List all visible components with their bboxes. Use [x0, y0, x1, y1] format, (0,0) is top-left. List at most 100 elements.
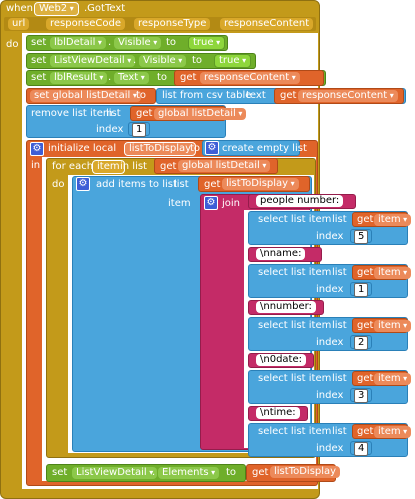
param-url-label: url	[12, 18, 26, 29]
list-keyword: list	[106, 108, 121, 119]
dot: .	[108, 72, 112, 83]
select-list-item-label: select list item	[258, 267, 332, 278]
select-list-item-label: select list item	[258, 320, 332, 331]
get-keyword: get	[136, 108, 153, 119]
boolean-true-block[interactable]: true	[214, 54, 252, 68]
set-keyword: set	[31, 37, 47, 48]
prop-dropdown-visible[interactable]: Visible	[114, 37, 162, 49]
var-dropdown-responsecontent[interactable]: responseContent	[298, 90, 398, 102]
number-field[interactable]: 5	[354, 230, 369, 244]
var-item: item	[378, 426, 401, 437]
get-keyword: get	[357, 267, 374, 278]
initialize-local-label: initialize local	[48, 143, 117, 154]
prop-dropdown-visible[interactable]: Visible	[139, 55, 187, 67]
var-item: item	[378, 214, 401, 225]
var-dropdown-global-listdetail[interactable]: global listDetail	[178, 160, 271, 172]
gear-icon[interactable]: ⚙	[204, 196, 218, 210]
var-dropdown-item[interactable]: item	[374, 426, 412, 438]
component-lbldetail: lblDetail	[54, 37, 96, 48]
var-responsecontent: responseContent	[204, 72, 290, 83]
number-field[interactable]: 3	[354, 389, 369, 403]
component-name: Web2	[39, 3, 68, 14]
select-list-item-label: select list item	[258, 373, 332, 384]
text-string-field[interactable]: \nname:	[256, 248, 306, 260]
var-global-listdetail: global listDetail	[182, 160, 260, 171]
gear-icon[interactable]: ⚙	[30, 142, 44, 156]
text-string-field[interactable]: \n0date:	[256, 354, 306, 366]
index-keyword: index	[316, 443, 344, 454]
to-keyword: to	[136, 90, 147, 101]
var-listtodisplay: listToDisplay	[226, 178, 289, 189]
var-dropdown-item[interactable]: item	[374, 214, 412, 226]
create-empty-list-label: create empty list	[222, 143, 307, 154]
get-keyword: get	[357, 320, 374, 331]
component-listviewdetail: ListViewDetail	[76, 467, 147, 478]
var-item: item	[378, 267, 401, 278]
number-field[interactable]: 2	[354, 336, 369, 350]
select-list-item-label: select list item	[258, 426, 332, 437]
index-keyword: index	[316, 337, 344, 348]
list-keyword: list	[174, 179, 189, 190]
in-keyword: in	[31, 160, 41, 171]
param-responsecontent[interactable]: responseContent	[220, 18, 314, 30]
param-url[interactable]: url	[8, 18, 30, 30]
text-string-field[interactable]: people number:	[256, 195, 344, 207]
get-keyword: get	[357, 426, 374, 437]
text-string-value: \n0date:	[260, 354, 302, 365]
text-string-field[interactable]: \ntime:	[256, 407, 300, 419]
var-global-listdetail: global listDetail	[158, 108, 236, 119]
text-string-field[interactable]: \nnumber:	[256, 301, 316, 313]
event-name: .GotText	[84, 3, 126, 14]
var-dropdown-responsecontent[interactable]: responseContent	[200, 72, 300, 84]
when-label: when	[6, 3, 34, 14]
boolean-true-block[interactable]: true	[188, 36, 226, 50]
number-field[interactable]: 1	[132, 123, 147, 137]
get-keyword: get	[180, 72, 197, 83]
get-keyword: get	[252, 467, 269, 478]
component-listviewdetail: ListViewDetail	[54, 55, 125, 66]
param-responsecontent-label: responseContent	[224, 18, 310, 29]
prop-dropdown-elements[interactable]: Elements	[158, 467, 220, 479]
var-dropdown-listtodisplay[interactable]: listToDisplay	[222, 178, 299, 190]
var-dropdown-global-listdetail[interactable]: set global listDetail	[30, 90, 141, 102]
component-dropdown-lblresult[interactable]: lblResult	[50, 72, 108, 84]
param-responsecode[interactable]: responseCode	[46, 18, 126, 30]
list-keyword: list	[332, 373, 347, 384]
gear-icon[interactable]: ⚙	[76, 177, 90, 191]
var-listtodisplay-field[interactable]: listToDisplay	[270, 466, 341, 478]
index-keyword: index	[316, 231, 344, 242]
index-keyword: index	[316, 390, 344, 401]
gear-icon[interactable]: ⚙	[205, 141, 219, 155]
var-responsecontent: responseContent	[302, 90, 388, 101]
component-dropdown-listviewdetail[interactable]: ListViewDetail	[50, 55, 136, 67]
index-keyword: index	[96, 124, 124, 135]
remove-list-item-label: remove list item	[31, 108, 113, 119]
boolean-value: true	[193, 37, 214, 48]
to-keyword: to	[226, 467, 237, 478]
list-from-csv-label: list from csv table	[162, 90, 252, 101]
boolean-value: true	[219, 55, 240, 66]
number-field[interactable]: 1	[354, 283, 369, 297]
get-keyword: get	[357, 214, 374, 225]
prop-visible: Visible	[118, 37, 151, 48]
component-dropdown-web2[interactable]: Web2	[34, 2, 79, 16]
component-lblresult: lblResult	[54, 72, 97, 83]
component-dropdown-listviewdetail[interactable]: ListViewDetail	[72, 467, 158, 479]
local-var-name-field[interactable]: listToDisplay	[124, 142, 197, 156]
list-keyword: list	[332, 214, 347, 225]
number-field[interactable]: 4	[354, 442, 369, 456]
var-dropdown-item[interactable]: item	[374, 267, 412, 279]
prop-dropdown-text[interactable]: Text	[114, 72, 149, 84]
text-string-value: \ntime:	[260, 407, 296, 418]
set-keyword: set	[52, 467, 68, 478]
component-dropdown-lbldetail[interactable]: lblDetail	[50, 37, 106, 49]
list-keyword: list	[332, 426, 347, 437]
var-dropdown-global-listdetail[interactable]: global listDetail	[154, 108, 247, 120]
var-dropdown-item[interactable]: item	[374, 373, 412, 385]
text-keyword: text	[246, 90, 266, 101]
list-keyword: list	[332, 320, 347, 331]
param-responsetype[interactable]: responseType	[134, 18, 211, 30]
var-dropdown-item[interactable]: item	[374, 320, 412, 332]
get-keyword: get	[160, 161, 177, 172]
set-global-listdetail-label: set global listDetail	[34, 90, 131, 101]
